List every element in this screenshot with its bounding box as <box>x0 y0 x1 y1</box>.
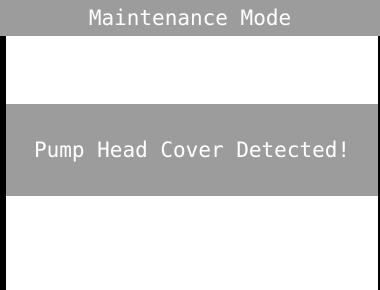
alert-banner: Pump Head Cover Detected! <box>6 104 378 196</box>
page-title: Maintenance Mode <box>0 0 380 36</box>
maintenance-screen: Maintenance Mode Pump Head Cover Detecte… <box>0 0 380 290</box>
